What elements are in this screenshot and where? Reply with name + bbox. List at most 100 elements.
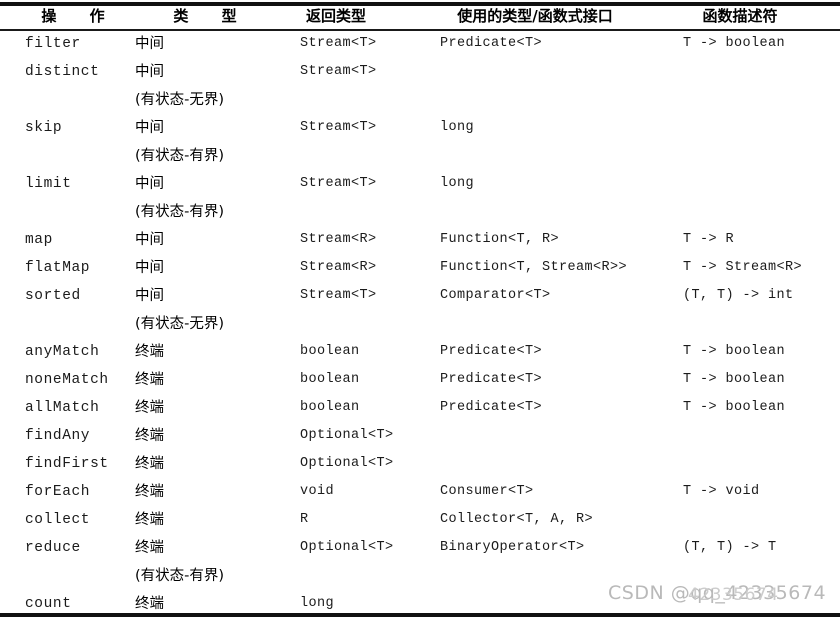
cell-interface bbox=[440, 58, 690, 86]
cell-descriptor: T -> boolean bbox=[683, 400, 786, 415]
table-row: limit 中间 Stream<T> long bbox=[0, 170, 840, 198]
cell-interface: Function<T, R> bbox=[440, 232, 560, 247]
cell-return-type: Stream<T> bbox=[300, 288, 377, 303]
cell-descriptor: T -> Stream<R> bbox=[683, 260, 803, 275]
table-row: findFirst 终端 Optional<T> bbox=[0, 450, 840, 478]
cell-return-type: Stream<T> bbox=[300, 120, 377, 135]
cell-type: 终端 bbox=[135, 512, 164, 528]
table-row: distinct 中间 Stream<T> bbox=[0, 58, 840, 86]
table-row: noneMatch 终端 boolean Predicate<T> T -> boole… bbox=[0, 366, 840, 394]
cell-operation: allMatch bbox=[25, 400, 100, 416]
table-header-row: 操 作 类 型 返回类型 使用的类型/函数式接口 函数描述符 bbox=[0, 4, 840, 29]
cell-operation: reduce bbox=[25, 540, 81, 556]
cell-type: 终端 bbox=[135, 540, 164, 556]
cell-operation: distinct bbox=[25, 64, 100, 80]
cell-type: 终端 bbox=[135, 344, 164, 360]
cell-type: 中间 bbox=[135, 232, 164, 248]
table-row: forEach 终端 void Consumer<T> T -> void bbox=[0, 478, 840, 506]
cell-type: 中间 bbox=[135, 288, 164, 304]
cell-type: 终端 bbox=[135, 372, 164, 388]
cell-interface: Function<T, Stream<R>> bbox=[440, 260, 628, 275]
table-row: reduce 终端 Optional<T> BinaryOperator<T> (T, … bbox=[0, 534, 840, 562]
cell-descriptor bbox=[683, 170, 840, 198]
cell-return-type: Optional<T> bbox=[300, 456, 394, 471]
cell-interface: Comparator<T> bbox=[440, 288, 551, 303]
cell-operation: forEach bbox=[25, 484, 91, 500]
cell-operation: sorted bbox=[25, 288, 81, 304]
cell-descriptor bbox=[683, 450, 840, 478]
cell-interface bbox=[440, 450, 690, 478]
cell-interface: BinaryOperator<T> bbox=[440, 540, 585, 555]
cell-interface: Predicate<T> bbox=[440, 372, 543, 387]
cell-descriptor: T -> R bbox=[683, 232, 735, 247]
cell-type: 终端 bbox=[135, 428, 164, 444]
cell-descriptor bbox=[683, 422, 840, 450]
cell-type: 终端 bbox=[135, 596, 164, 612]
cell-operation: skip bbox=[25, 120, 63, 136]
cell-state-note: (有状态-有界) bbox=[135, 204, 225, 220]
table-row: map 中间 Stream<R> Function<T, R> T -> R bbox=[0, 226, 840, 254]
table-row: count 终端 long bbox=[0, 590, 840, 618]
cell-descriptor: T -> boolean bbox=[683, 344, 786, 359]
cell-state-note: (有状态-无界) bbox=[135, 92, 225, 108]
cell-return-type: Stream<T> bbox=[300, 64, 377, 79]
cell-descriptor bbox=[683, 114, 840, 142]
cell-return-type: boolean bbox=[300, 344, 360, 359]
cell-return-type: Stream<T> bbox=[300, 176, 377, 191]
cell-type: 中间 bbox=[135, 120, 164, 136]
cell-descriptor bbox=[683, 590, 840, 618]
cell-descriptor: T -> void bbox=[683, 484, 760, 499]
cell-type: 中间 bbox=[135, 176, 164, 192]
cell-operation: limit bbox=[25, 176, 72, 192]
cell-descriptor: T -> boolean bbox=[683, 36, 786, 51]
cell-interface: long bbox=[440, 120, 475, 135]
cell-descriptor bbox=[683, 58, 840, 86]
cell-type: 中间 bbox=[135, 260, 164, 276]
table-row: findAny 终端 Optional<T> bbox=[0, 422, 840, 450]
cell-interface bbox=[440, 590, 690, 618]
table-row: allMatch 终端 boolean Predicate<T> T -> boolea… bbox=[0, 394, 840, 422]
cell-operation: findFirst bbox=[25, 456, 109, 472]
column-header-operation: 操 作 bbox=[41, 7, 119, 25]
cell-operation: flatMap bbox=[25, 260, 91, 276]
cell-type: 终端 bbox=[135, 484, 164, 500]
cell-interface: Consumer<T> bbox=[440, 484, 534, 499]
table-row: filter 中间 Stream<T> Predicate<T> T -> boolea… bbox=[0, 30, 840, 58]
cell-return-type: Optional<T> bbox=[300, 428, 394, 443]
column-header-type: 类 型 bbox=[173, 7, 251, 25]
cell-return-type: Optional<T> bbox=[300, 540, 394, 555]
cell-type: 中间 bbox=[135, 36, 164, 52]
cell-operation: findAny bbox=[25, 428, 91, 444]
cell-return-type: void bbox=[300, 484, 335, 499]
cell-return-type: boolean bbox=[300, 400, 360, 415]
cell-interface: Predicate<T> bbox=[440, 400, 543, 415]
cell-operation: map bbox=[25, 232, 53, 248]
column-header-descriptor: 函数描述符 bbox=[702, 7, 778, 25]
cell-type: 终端 bbox=[135, 400, 164, 416]
cell-type: 终端 bbox=[135, 456, 164, 472]
cell-return-type: boolean bbox=[300, 372, 360, 387]
cell-state-note: (有状态-有界) bbox=[135, 568, 225, 584]
table-row: collect 终端 R Collector<T, A, R> bbox=[0, 506, 840, 534]
cell-operation: anyMatch bbox=[25, 344, 100, 360]
cell-return-type: Stream<R> bbox=[300, 232, 377, 247]
cell-type: 中间 bbox=[135, 64, 164, 80]
cell-return-type: Stream<T> bbox=[300, 36, 377, 51]
cell-operation: count bbox=[25, 596, 72, 612]
cell-return-type: long bbox=[300, 596, 335, 611]
cell-interface: Predicate<T> bbox=[440, 344, 543, 359]
table-row: anyMatch 终端 boolean Predicate<T> T -> boolea… bbox=[0, 338, 840, 366]
cell-operation: filter bbox=[25, 36, 81, 52]
table-row: skip 中间 Stream<T> long bbox=[0, 114, 840, 142]
column-header-interface: 使用的类型/函数式接口 bbox=[457, 7, 613, 25]
cell-state-note: (有状态-有界) bbox=[135, 148, 225, 164]
cell-operation: collect bbox=[25, 512, 91, 528]
table-row: sorted 中间 Stream<T> Comparator<T> (T, T) -> … bbox=[0, 282, 840, 310]
cell-descriptor: (T, T) -> int bbox=[683, 288, 794, 303]
cell-return-type: Stream<R> bbox=[300, 260, 377, 275]
stream-operations-table: 操 作 类 型 返回类型 使用的类型/函数式接口 函数描述符 filter 中间 S… bbox=[0, 0, 840, 622]
cell-return-type: R bbox=[300, 512, 309, 527]
cell-state-note: (有状态-无界) bbox=[135, 316, 225, 332]
cell-interface: Predicate<T> bbox=[440, 36, 543, 51]
cell-interface: Collector<T, A, R> bbox=[440, 512, 594, 527]
